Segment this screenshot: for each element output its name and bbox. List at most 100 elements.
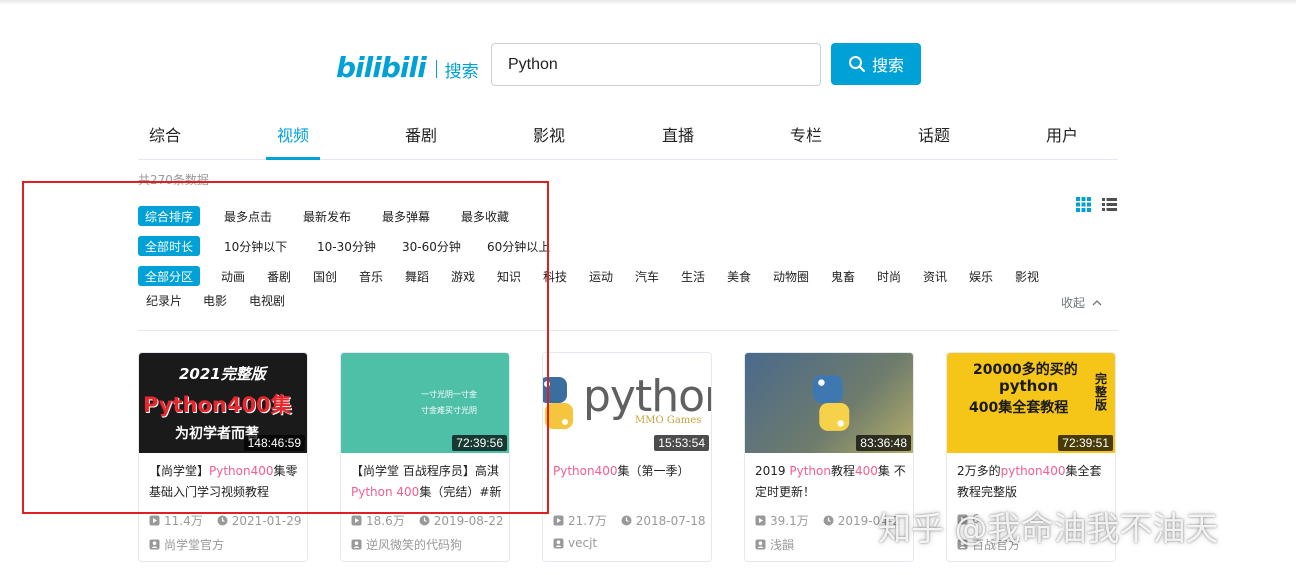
filter-zone-item[interactable]: 番剧 bbox=[267, 268, 291, 285]
tab-live[interactable]: 直播 bbox=[662, 122, 694, 146]
video-thumbnail[interactable]: 20000多的买的 python 400集全套教程 完整版 72:39:51 bbox=[947, 353, 1115, 453]
tab-all[interactable]: 综合 bbox=[149, 122, 181, 146]
thumb-caption-top: 一寸光阴一寸金 bbox=[421, 390, 477, 399]
filter-zone-item[interactable]: 影视 bbox=[1015, 268, 1039, 285]
filter-zone-item[interactable]: 动物圈 bbox=[773, 268, 809, 285]
uploader-link[interactable]: vecjt bbox=[553, 536, 597, 550]
thumb-caption-main: Python400集 bbox=[143, 393, 292, 417]
video-thumbnail[interactable]: 83:36:48 bbox=[745, 353, 913, 453]
tab-movie[interactable]: 影视 bbox=[533, 122, 565, 146]
filter-zone-item[interactable]: 电影 bbox=[203, 292, 227, 309]
title-keyword: Python bbox=[789, 464, 831, 478]
filter-zone-item[interactable]: 汽车 bbox=[635, 268, 659, 285]
python-logo-icon bbox=[812, 375, 850, 431]
grid-view-icon[interactable] bbox=[1075, 196, 1092, 213]
tab-video[interactable]: 视频 bbox=[277, 122, 309, 146]
filter-zone-item[interactable]: 国创 bbox=[313, 268, 337, 285]
uploader-link[interactable]: 浅韻 bbox=[755, 536, 794, 553]
filter-zone-item[interactable]: 舞蹈 bbox=[405, 268, 429, 285]
filter-zone-all[interactable]: 全部分区 bbox=[138, 266, 201, 286]
title-keyword: 400 bbox=[854, 464, 878, 478]
filter-duration-10-30[interactable]: 10-30分钟 bbox=[317, 238, 376, 255]
logo-search-text: 搜索 bbox=[444, 61, 479, 82]
video-card[interactable]: 2021完整版 Python400集 为初学者而著 148:46:59 【尚学堂… bbox=[138, 352, 308, 562]
tab-user[interactable]: 用户 bbox=[1046, 122, 1078, 146]
video-duration: 148:46:59 bbox=[243, 435, 305, 451]
filter-zone-item[interactable]: 知识 bbox=[497, 268, 521, 285]
search-input[interactable] bbox=[491, 43, 821, 86]
video-title[interactable]: Python400集（第一季） bbox=[553, 461, 705, 503]
chevron-up-icon bbox=[1092, 300, 1102, 306]
tab-topic[interactable]: 话题 bbox=[918, 122, 950, 146]
thumb-caption-bottom: 400集全套教程 bbox=[969, 400, 1069, 416]
filter-zone-item[interactable]: 鬼畜 bbox=[831, 268, 855, 285]
upload-date: 2018-07-18 bbox=[635, 513, 706, 528]
filter-zone-item[interactable]: 娱乐 bbox=[969, 268, 993, 285]
video-meta: 11.4万 2021-01-29 bbox=[149, 512, 301, 529]
filter-zone-item[interactable]: 纪录片 bbox=[146, 292, 182, 309]
uploader-name: vecjt bbox=[568, 536, 598, 550]
filter-zone-item[interactable]: 生活 bbox=[681, 268, 705, 285]
video-thumbnail[interactable]: 一寸光阴一寸金 寸金难买寸光阴 72:39:56 bbox=[341, 353, 509, 453]
video-thumbnail[interactable]: python MMO Games 15:53:54 bbox=[543, 353, 711, 453]
filter-zone-item[interactable]: 动画 bbox=[221, 268, 245, 285]
filter-zone-item[interactable]: 科技 bbox=[543, 268, 567, 285]
filter-zone-item[interactable]: 时尚 bbox=[877, 268, 901, 285]
video-card[interactable]: python MMO Games 15:53:54 Python400集（第一季… bbox=[542, 352, 712, 562]
uploader-link[interactable]: 逆风微笑的代码狗 bbox=[351, 536, 462, 553]
video-title[interactable]: 2019 Python教程400集 不定时更新！ bbox=[755, 461, 907, 503]
filter-zone-item[interactable]: 美食 bbox=[727, 268, 751, 285]
view-count: 21.7万 bbox=[568, 514, 607, 528]
uploader-name: 尚学堂官方 bbox=[164, 538, 225, 552]
filter-zone-item[interactable]: 游戏 bbox=[451, 268, 475, 285]
zone-filter-row-2: 纪录片 电影 电视剧 bbox=[138, 290, 538, 310]
filter-zone-item[interactable]: 资讯 bbox=[923, 268, 947, 285]
upload-date: 2021-01-29 bbox=[231, 513, 302, 528]
list-view-icon[interactable] bbox=[1101, 196, 1118, 213]
active-tab-indicator bbox=[266, 157, 320, 160]
filter-order-default[interactable]: 综合排序 bbox=[138, 206, 201, 226]
filter-order-favorites[interactable]: 最多收藏 bbox=[461, 208, 509, 225]
duration-filter-row: 全部时长 10分钟以下 10-30分钟 30-60分钟 60分钟以上 bbox=[138, 236, 738, 256]
view-switcher bbox=[1075, 196, 1118, 213]
view-count: 39.1万 bbox=[770, 514, 809, 528]
video-duration: 15:53:54 bbox=[654, 435, 709, 451]
filter-duration-under10[interactable]: 10分钟以下 bbox=[224, 238, 287, 255]
logo-mark: bilibili bbox=[336, 50, 427, 84]
filter-zone-item[interactable]: 音乐 bbox=[359, 268, 383, 285]
search-button[interactable]: 搜索 bbox=[831, 43, 921, 85]
video-thumbnail[interactable]: 2021完整版 Python400集 为初学者而著 148:46:59 bbox=[139, 353, 307, 453]
filter-zone-item[interactable]: 电视剧 bbox=[249, 292, 285, 309]
user-icon bbox=[553, 538, 564, 548]
tab-bangumi[interactable]: 番剧 bbox=[405, 122, 437, 146]
filter-order-click[interactable]: 最多点击 bbox=[224, 208, 272, 225]
video-duration: 72:39:56 bbox=[452, 435, 507, 451]
uploader-link[interactable]: 尚学堂官方 bbox=[149, 536, 224, 553]
filter-duration-over60[interactable]: 60分钟以上 bbox=[487, 238, 550, 255]
video-title[interactable]: 2万多的python400集全套教程完整版 bbox=[957, 461, 1109, 503]
view-count: 18.6万 bbox=[366, 514, 405, 528]
thumb-caption-main: python bbox=[999, 377, 1059, 395]
filter-duration-all[interactable]: 全部时长 bbox=[138, 236, 201, 256]
video-title[interactable]: 【尚学堂 百战程序员】高淇 Python 400集（完结）#新 bbox=[351, 461, 503, 503]
title-text: 2019 bbox=[755, 464, 790, 478]
filter-order-danmaku[interactable]: 最多弹幕 bbox=[382, 208, 430, 225]
clock-icon bbox=[621, 515, 632, 526]
filter-zone-item[interactable]: 运动 bbox=[589, 268, 613, 285]
collapse-filters-button[interactable]: 收起 bbox=[1061, 294, 1102, 311]
top-shadow bbox=[0, 0, 1296, 5]
video-card[interactable]: 一寸光阴一寸金 寸金难买寸光阴 72:39:56 【尚学堂 百战程序员】高淇 Py… bbox=[340, 352, 510, 562]
tab-article[interactable]: 专栏 bbox=[790, 122, 822, 146]
filter-duration-30-60[interactable]: 30-60分钟 bbox=[402, 238, 461, 255]
filter-order-newest[interactable]: 最新发布 bbox=[303, 208, 351, 225]
video-duration: 83:36:48 bbox=[856, 435, 911, 451]
title-text: 集（完结）#新 bbox=[419, 485, 502, 499]
video-title[interactable]: 【尚学堂】Python400集零基础入门学习视频教程 bbox=[149, 461, 301, 503]
clock-icon bbox=[419, 515, 430, 526]
bilibili-logo[interactable]: bilibili 搜索 bbox=[336, 50, 479, 84]
title-keyword: python400 bbox=[1000, 464, 1066, 478]
thumb-caption-top: 20000多的买的 bbox=[973, 362, 1078, 378]
video-meta: 21.7万 2018-07-18 bbox=[553, 512, 705, 529]
play-count-icon bbox=[755, 515, 766, 526]
clock-icon bbox=[823, 515, 834, 526]
